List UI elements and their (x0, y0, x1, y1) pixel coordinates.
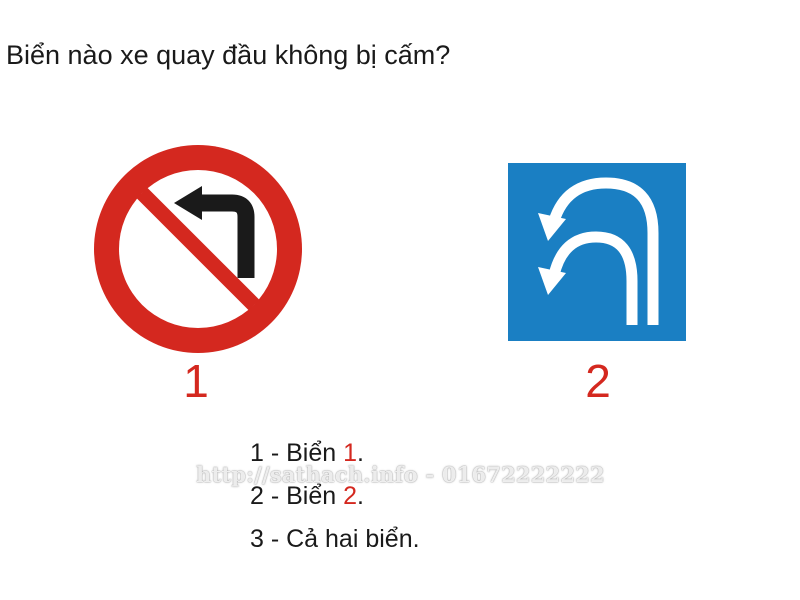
sign-number-2: 2 (585, 355, 611, 407)
sign-number-1: 1 (183, 355, 209, 407)
answer-option-3-prefix: 3 - Cả hai biển. (250, 525, 420, 553)
answer-option-3[interactable]: 3 - Cả hai biển. (250, 518, 420, 561)
no-left-turn-sign-icon[interactable] (94, 145, 302, 353)
watermark-text: http://sathach.info - 01672222222 (196, 462, 605, 487)
question-text: Biển nào xe quay đầu không bị cấm? (6, 40, 451, 70)
answer-list: 1 - Biển 1. 2 - Biển 2. 3 - Cả hai biển. (250, 432, 420, 561)
u-turn-lanes-sign-icon[interactable] (508, 163, 686, 341)
